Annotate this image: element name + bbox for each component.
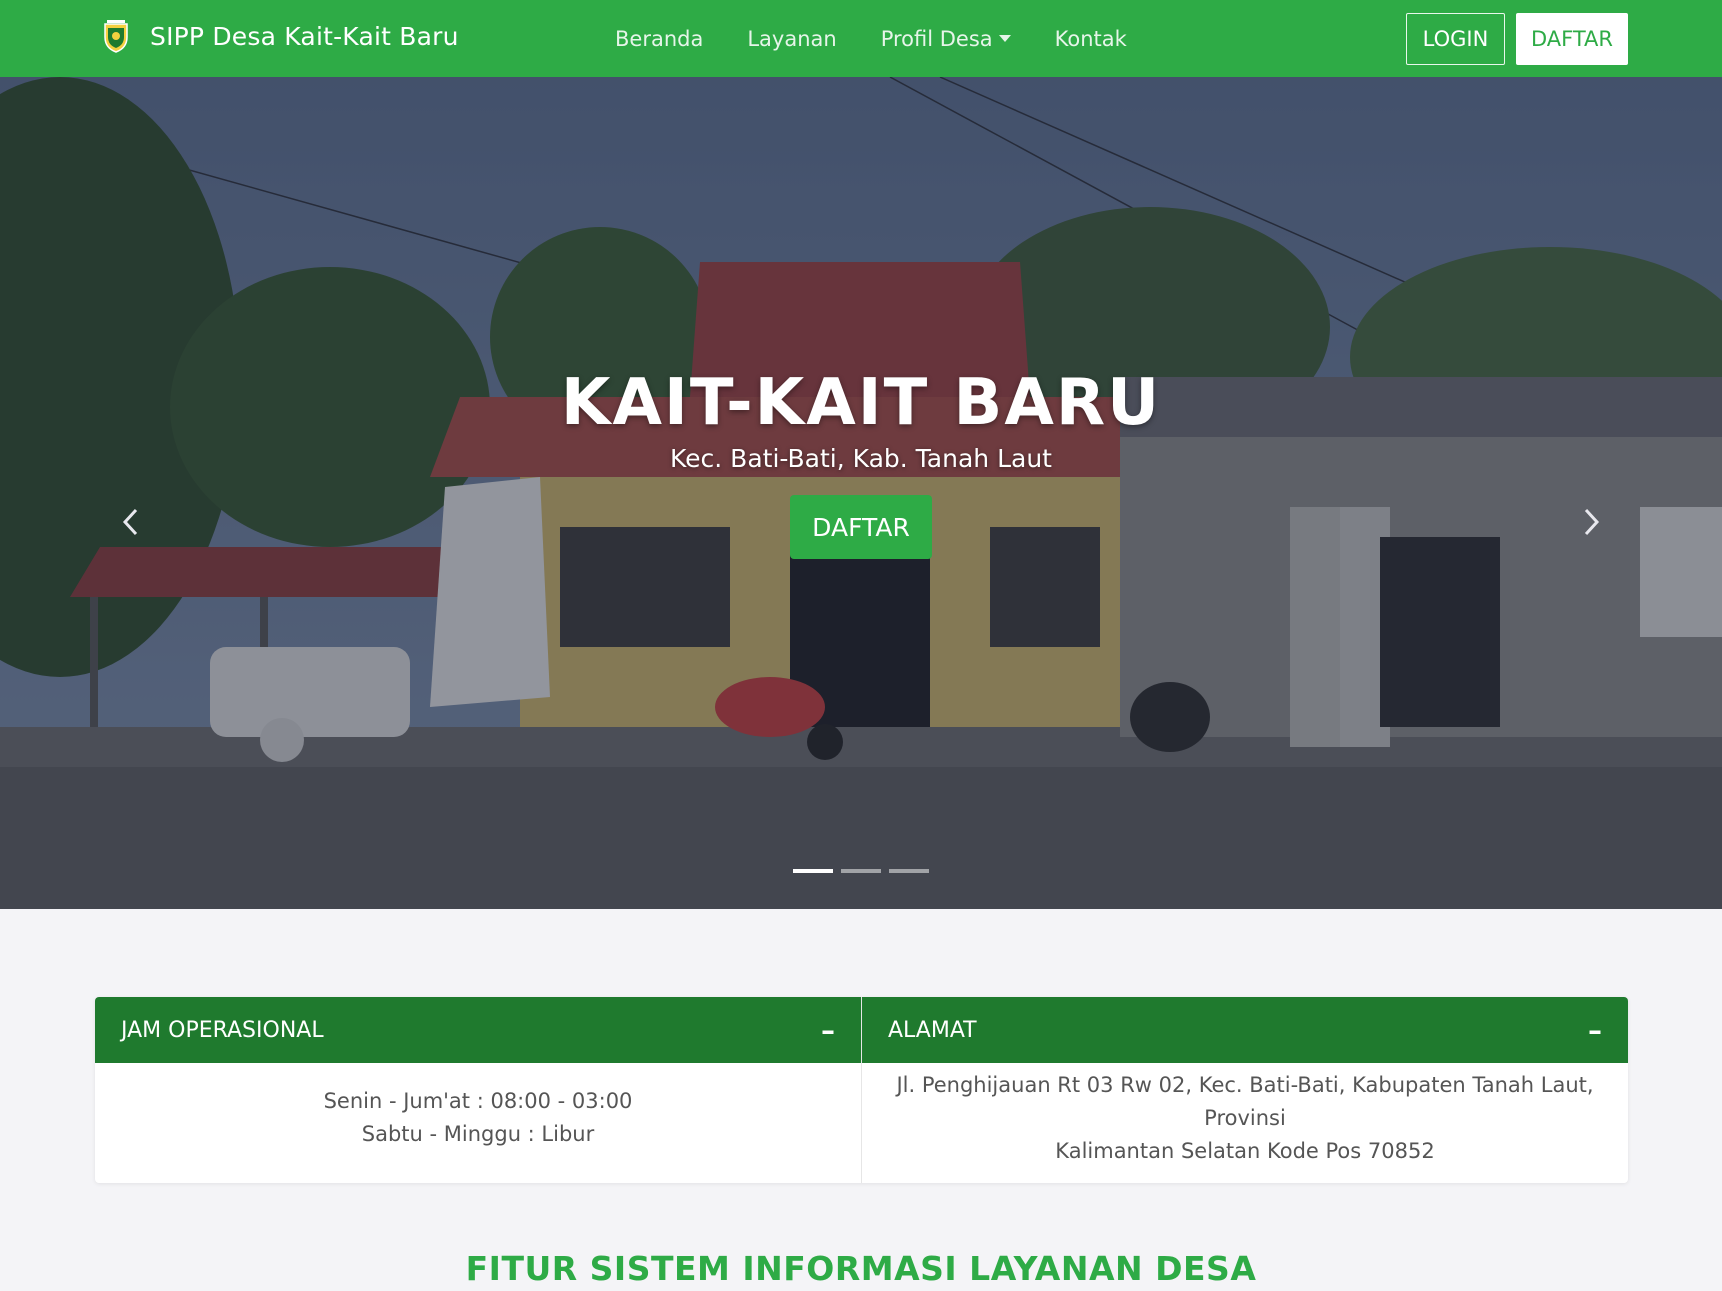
caret-down-icon bbox=[998, 35, 1011, 42]
address-panel: ALAMAT – Jl. Penghijauan Rt 03 Rw 02, Ke… bbox=[861, 997, 1628, 1183]
hero-title: KAIT-KAIT BARU bbox=[560, 366, 1162, 440]
operating-hours-header: JAM OPERASIONAL – bbox=[95, 997, 861, 1063]
address-line-1: Jl. Penghijauan Rt 03 Rw 02, Kec. Bati-B… bbox=[896, 1072, 1594, 1130]
chevron-left-icon bbox=[122, 508, 138, 536]
info-panels: JAM OPERASIONAL – Senin - Jum'at : 08:00… bbox=[95, 997, 1628, 1183]
carousel-prev-button[interactable] bbox=[100, 477, 160, 567]
login-button[interactable]: LOGIN bbox=[1406, 13, 1505, 65]
carousel-indicator-1[interactable] bbox=[793, 869, 833, 873]
register-button[interactable]: DAFTAR bbox=[1516, 13, 1628, 65]
nav-link-beranda[interactable]: Beranda bbox=[615, 27, 703, 51]
nav-link-profil-desa-label: Profil Desa bbox=[880, 26, 993, 51]
collapse-hours-button[interactable]: – bbox=[821, 1014, 835, 1047]
nav-link-kontak[interactable]: Kontak bbox=[1055, 27, 1127, 51]
hero-subtitle: Kec. Bati-Bati, Kab. Tanah Laut bbox=[670, 444, 1052, 473]
hours-weekdays: Senin - Jum'at : 08:00 - 03:00 bbox=[323, 1089, 633, 1113]
operating-hours-body: Senin - Jum'at : 08:00 - 03:00 Sabtu - M… bbox=[95, 1063, 861, 1183]
address-line-2: Kalimantan Selatan Kode Pos 70852 bbox=[1055, 1138, 1435, 1163]
carousel-indicators bbox=[0, 869, 1722, 873]
hero-carousel: KAIT-KAIT BARU Kec. Bati-Bati, Kab. Tana… bbox=[0, 77, 1722, 909]
carousel-next-button[interactable] bbox=[1562, 477, 1622, 567]
address-header: ALAMAT – bbox=[862, 997, 1628, 1063]
brand[interactable]: SIPP Desa Kait-Kait Baru bbox=[102, 19, 459, 53]
chevron-right-icon bbox=[1584, 508, 1600, 536]
hero-register-button[interactable]: DAFTAR bbox=[790, 495, 932, 559]
features-section-title: FITUR SISTEM INFORMASI LAYANAN DESA bbox=[465, 1249, 1257, 1288]
collapse-address-button[interactable]: – bbox=[1588, 1014, 1602, 1047]
nav-dropdown-profil-desa[interactable]: Profil Desa bbox=[881, 27, 1011, 51]
brand-title: SIPP Desa Kait-Kait Baru bbox=[150, 21, 459, 51]
operating-hours-panel: JAM OPERASIONAL – Senin - Jum'at : 08:00… bbox=[95, 997, 861, 1183]
address-body: Jl. Penghijauan Rt 03 Rw 02, Kec. Bati-B… bbox=[862, 1063, 1628, 1183]
nav-menu: Beranda Layanan Profil Desa Kontak bbox=[615, 0, 1171, 77]
carousel-indicator-2[interactable] bbox=[841, 869, 881, 873]
hours-weekend: Sabtu - Minggu : Libur bbox=[361, 1122, 595, 1146]
hero-overlay bbox=[0, 77, 1722, 909]
navbar: SIPP Desa Kait-Kait Baru Beranda Layanan… bbox=[0, 0, 1722, 77]
operating-hours-title: JAM OPERASIONAL bbox=[121, 1017, 324, 1043]
village-emblem-icon bbox=[104, 20, 128, 53]
address-title: ALAMAT bbox=[888, 1017, 977, 1043]
carousel-indicator-3[interactable] bbox=[889, 869, 929, 873]
nav-link-layanan[interactable]: Layanan bbox=[747, 27, 836, 51]
